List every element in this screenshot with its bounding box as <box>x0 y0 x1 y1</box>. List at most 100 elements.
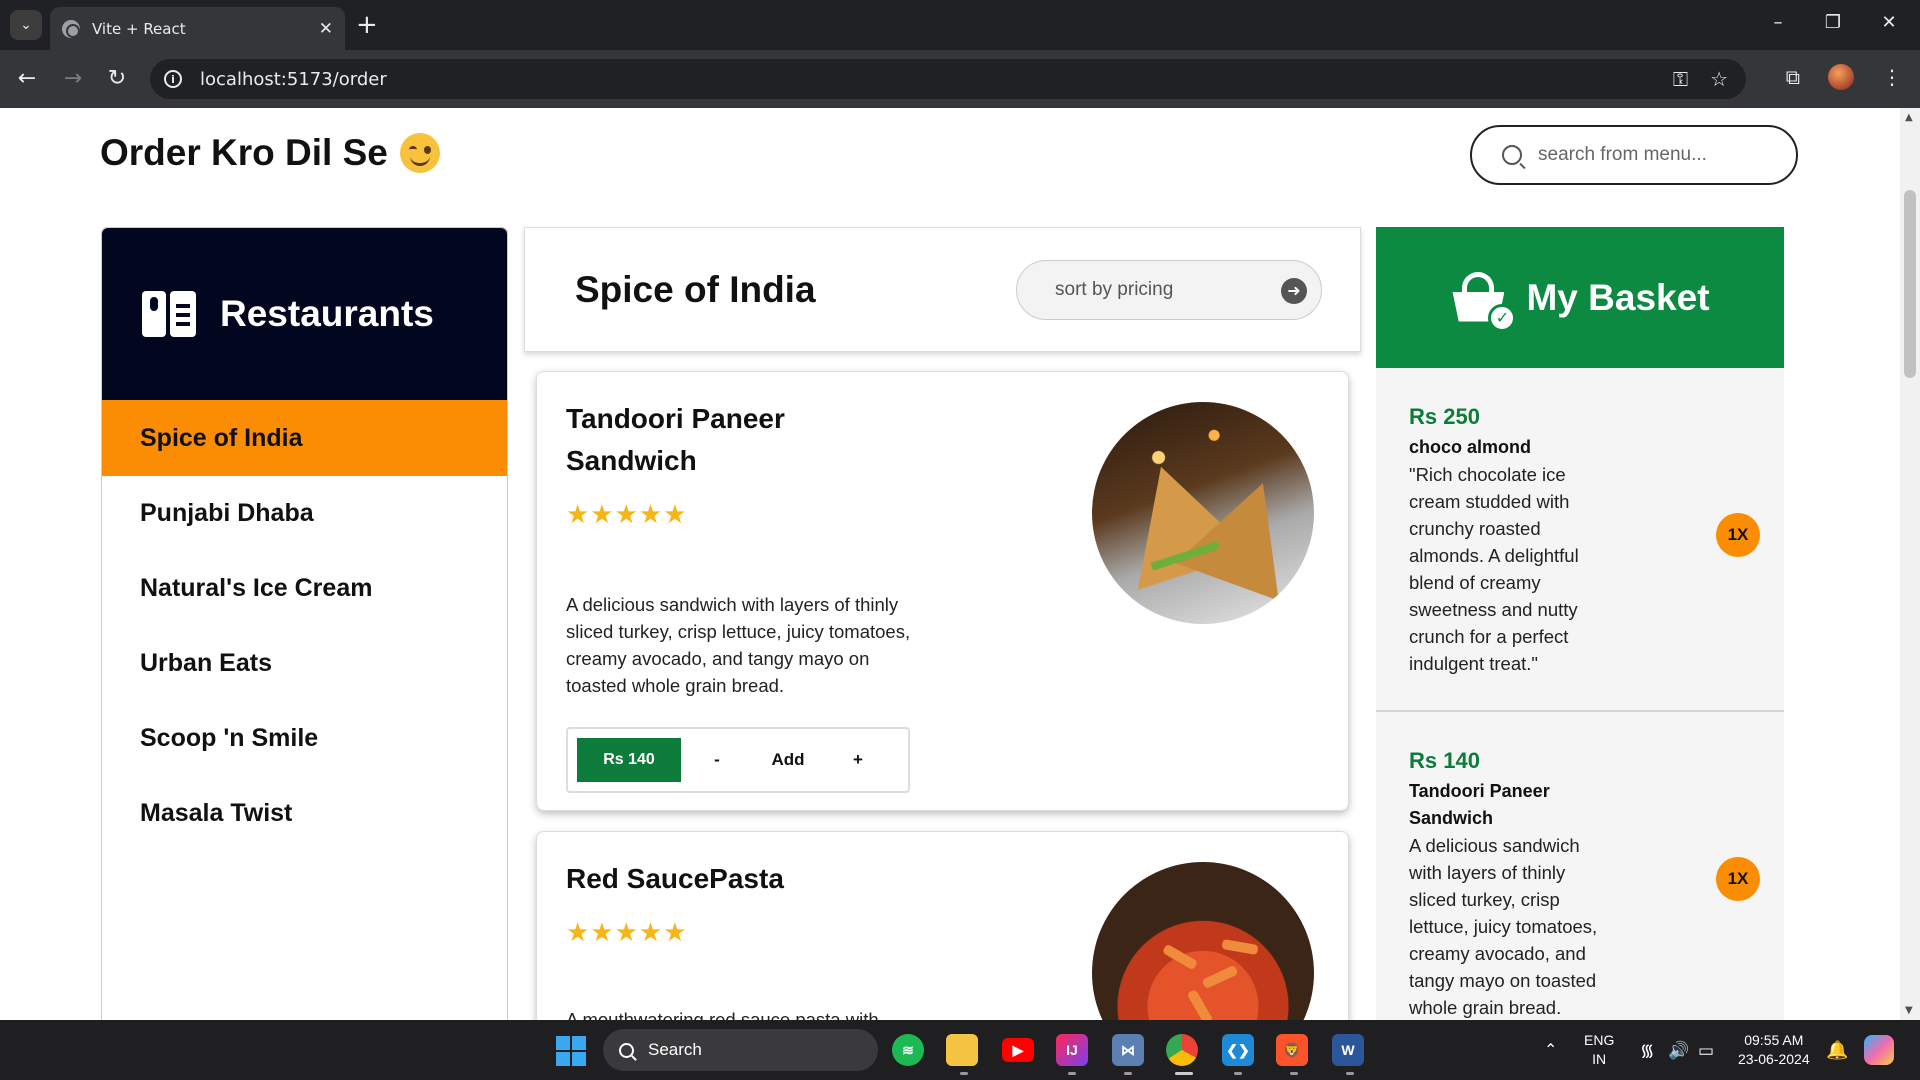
windows-start-icon[interactable] <box>556 1036 586 1066</box>
intellij-icon[interactable]: IJ <box>1056 1034 1088 1066</box>
language-indicator[interactable]: ENG IN <box>1584 1020 1614 1080</box>
basket-item-quantity[interactable]: 1X <box>1716 857 1760 901</box>
basket-title: My Basket <box>1526 276 1710 318</box>
close-window-button[interactable]: ✕ <box>1874 12 1904 33</box>
tab-title: Vite + React <box>92 19 186 38</box>
volume-icon[interactable]: 🔊 <box>1668 1020 1689 1080</box>
scroll-down-arrow-icon[interactable]: ▼ <box>1905 1005 1913 1016</box>
extensions-icon[interactable]: ⧉ <box>1786 65 1800 89</box>
pasta-image <box>1092 862 1314 1020</box>
search-icon <box>619 1042 634 1058</box>
wifi-icon[interactable]: ᯾ <box>1640 1020 1654 1080</box>
youtube-icon[interactable]: ▶ <box>1002 1038 1034 1062</box>
taskbar-search[interactable]: Search <box>603 1029 878 1071</box>
mysql-workbench-icon[interactable]: ⋈ <box>1112 1034 1144 1066</box>
language-line2: IN <box>1592 1051 1607 1067</box>
brave-icon[interactable]: 🦁 <box>1276 1034 1308 1066</box>
restaurant-item-scoop-n-smile[interactable]: Scoop 'n Smile <box>102 701 507 776</box>
sort-by-pricing-input[interactable]: sort by pricing ➜ <box>1016 260 1322 320</box>
file-explorer-icon[interactable] <box>946 1034 978 1066</box>
running-indicator <box>1234 1072 1242 1075</box>
scrollbar-thumb[interactable] <box>1904 190 1916 378</box>
menu-search-box[interactable] <box>1470 125 1798 185</box>
sandwich-image <box>1092 402 1314 624</box>
restaurant-title: Spice of India <box>575 268 816 310</box>
url-text[interactable]: localhost:5173/order <box>200 69 387 90</box>
price-button[interactable]: Rs 140 <box>577 738 681 782</box>
battery-icon[interactable]: ▭ <box>1698 1020 1714 1080</box>
page-scrollbar[interactable]: ▲ ▼ <box>1900 108 1920 1020</box>
restaurant-item-urban-eats[interactable]: Urban Eats <box>102 626 507 701</box>
food-name: Red SaucePasta <box>566 863 784 894</box>
star-rating: ★★★★★ <box>566 500 688 530</box>
browser-menu-icon[interactable]: ⋮ <box>1882 65 1902 89</box>
word-icon[interactable]: W <box>1332 1034 1364 1066</box>
address-toolbar: ← → ↻ i localhost:5173/order ⚿ ☆ ⧉ ⋮ <box>0 50 1920 108</box>
basket-item-name: choco almond <box>1409 437 1532 457</box>
notification-bell-icon[interactable]: 🔔 <box>1826 1020 1848 1080</box>
tab-search-button[interactable]: ⌄ <box>10 10 42 40</box>
language-line1: ENG <box>1584 1032 1615 1048</box>
food-name: Tandoori Paneer Sandwich <box>566 403 785 476</box>
new-tab-button[interactable]: + <box>356 12 378 38</box>
bookmark-star-icon[interactable]: ☆ <box>1710 67 1728 91</box>
menu-book-icon <box>142 291 198 337</box>
search-icon <box>1502 145 1522 165</box>
basket-item-price: Rs 250 <box>1409 404 1480 429</box>
copilot-icon[interactable] <box>1864 1020 1894 1080</box>
increment-button[interactable]: + <box>823 750 893 770</box>
restaurant-item-spice-of-india[interactable]: Spice of India <box>102 400 507 476</box>
add-button[interactable]: Add <box>753 750 823 770</box>
profile-avatar[interactable] <box>1828 64 1854 90</box>
browser-tab-bar: ⌄ Vite + React ✕ + – ❐ ✕ <box>0 0 1920 50</box>
forward-button[interactable]: → <box>58 64 88 94</box>
decrement-button[interactable]: - <box>681 750 753 770</box>
site-info-icon[interactable]: i <box>164 70 182 88</box>
address-bar[interactable]: i localhost:5173/order ⚿ ☆ <box>150 59 1746 99</box>
scroll-up-arrow-icon[interactable]: ▲ <box>1905 112 1913 123</box>
food-description: A delicious sandwich with layers of thin… <box>566 594 911 696</box>
basket-item-quantity[interactable]: 1X <box>1716 513 1760 557</box>
taskbar-search-label: Search <box>648 1040 702 1059</box>
close-tab-icon[interactable]: ✕ <box>319 19 333 39</box>
running-indicator <box>1068 1072 1076 1075</box>
password-key-icon[interactable]: ⚿ <box>1673 67 1688 91</box>
basket-item: Rs 250 choco almond "Rich chocolate ice … <box>1376 368 1784 712</box>
show-hidden-icons-chevron-icon[interactable]: ⌃ <box>1544 1020 1557 1080</box>
restaurant-item-naturals-ice-cream[interactable]: Natural's Ice Cream <box>102 551 507 626</box>
food-description: A mouthwatering red sauce pasta with <box>566 1009 879 1020</box>
running-indicator <box>1290 1072 1298 1075</box>
restaurant-item-label: Spice of India <box>140 423 303 452</box>
clock-time: 09:55 AM <box>1744 1032 1804 1048</box>
chrome-icon[interactable] <box>1166 1034 1198 1066</box>
vscode-icon[interactable]: ❮❯ <box>1222 1034 1254 1066</box>
browser-tab[interactable]: Vite + React ✕ <box>50 7 345 50</box>
add-to-cart-control: Rs 140 - Add + <box>566 727 910 793</box>
reload-button[interactable]: ↻ <box>102 64 132 94</box>
restore-button[interactable]: ❐ <box>1818 12 1848 33</box>
arrow-right-icon[interactable]: ➜ <box>1281 278 1307 304</box>
basket-item: Rs 140 Tandoori Paneer Sandwich A delici… <box>1376 712 1784 1020</box>
back-button[interactable]: ← <box>12 64 42 94</box>
basket-item-price: Rs 140 <box>1409 748 1480 773</box>
sidebar-title: Restaurants <box>220 293 434 334</box>
restaurant-item-label: Urban Eats <box>140 649 272 677</box>
basket-item-description: A delicious sandwich with layers of thin… <box>1409 835 1598 1018</box>
minimize-button[interactable]: – <box>1763 12 1793 33</box>
globe-icon <box>62 19 80 38</box>
basket-item-name: Tandoori Paneer Sandwich <box>1409 781 1550 828</box>
food-card: Tandoori Paneer Sandwich ★★★★★ A delicio… <box>536 371 1349 811</box>
menu-search-input[interactable] <box>1538 144 1778 166</box>
sort-placeholder: sort by pricing <box>1055 279 1174 300</box>
windows-taskbar: Search ≋ ▶ IJ ⋈ ❮❯ 🦁 W ⌃ ENG IN ᯾ 🔊 ▭ 09… <box>0 1020 1920 1080</box>
star-rating: ★★★★★ <box>566 918 688 948</box>
spotify-icon[interactable]: ≋ <box>892 1034 924 1066</box>
page-viewport: Order Kro Dil Se Restaurants Spice of In… <box>0 108 1900 1020</box>
restaurant-item-punjabi-dhaba[interactable]: Punjabi Dhaba <box>102 476 507 551</box>
restaurants-sidebar: Restaurants Spice of India Punjabi Dhaba… <box>101 227 508 1020</box>
basket-header: ✓ My Basket <box>1376 227 1784 368</box>
sidebar-header: Restaurants <box>102 228 507 400</box>
restaurant-item-masala-twist[interactable]: Masala Twist <box>102 776 507 851</box>
winking-face-icon <box>399 133 440 173</box>
clock[interactable]: 09:55 AM 23-06-2024 <box>1738 1020 1810 1080</box>
